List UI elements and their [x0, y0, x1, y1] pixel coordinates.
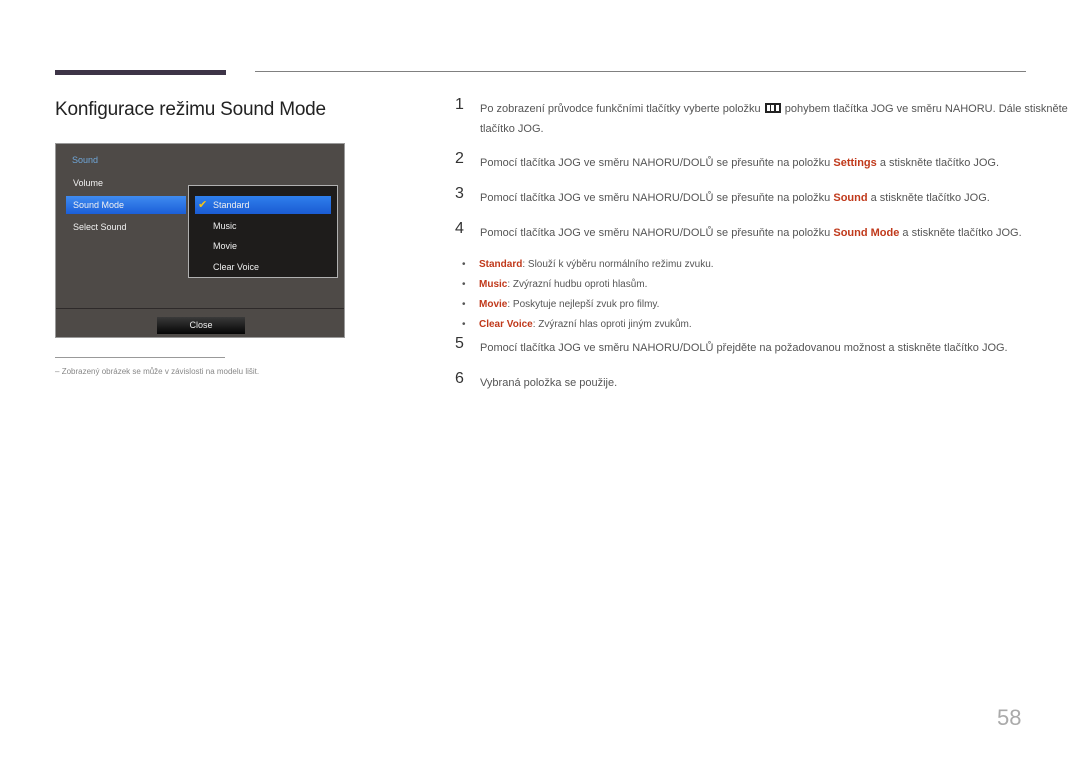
close-button[interactable]: Close [157, 317, 245, 334]
note-rule [55, 357, 225, 358]
bullet-term: Standard [479, 259, 523, 270]
osd-divider [56, 308, 344, 309]
step-number: 4 [455, 220, 464, 237]
header-rule [255, 71, 1026, 72]
submenu-item-clear-voice[interactable]: Clear Voice [195, 258, 331, 276]
step-text-part: a stiskněte tlačítko JOG. [899, 227, 1022, 239]
submenu-item-music[interactable]: Music [195, 217, 331, 235]
step-number: 2 [455, 150, 464, 167]
page-number: 58 [997, 705, 1022, 730]
bullet-term: Music [479, 279, 508, 290]
header-accent-bar [55, 70, 226, 75]
submenu-item-label: Standard [213, 200, 250, 210]
step-text: Pomocí tlačítka JOG ve směru NAHORU/DOLŮ… [480, 223, 1022, 243]
step-text: Pomocí tlačítka JOG ve směru NAHORU/DOLŮ… [480, 188, 990, 208]
highlight-term: Sound [833, 192, 868, 204]
submenu-item-movie[interactable]: Movie [195, 237, 331, 255]
step-text-part: tlačítko JOG. [480, 123, 544, 135]
note-dash: – [55, 367, 60, 376]
bullet-term: Clear Voice [479, 319, 533, 330]
step-text-part: a stiskněte tlačítko JOG. [876, 157, 1000, 169]
check-icon: ✔ [198, 199, 208, 211]
step-number: 3 [455, 185, 464, 202]
step-text-part: Pomocí tlačítka JOG ve směru NAHORU/DOLŮ… [480, 157, 834, 169]
bullet-term: Movie [479, 299, 508, 310]
highlight-term: Settings [833, 157, 877, 169]
step-text-part: Pomocí tlačítka JOG ve směru NAHORU/DOLŮ… [480, 227, 834, 239]
step-text: Pomocí tlačítka JOG ve směru NAHORU/DOLŮ… [480, 342, 1008, 354]
step-text-part: a stiskněte tlačítko JOG. [867, 192, 990, 204]
step-text-part: pohybem tlačítka JOG ve směru NAHORU. Dá… [781, 103, 1068, 115]
submenu-item-standard[interactable]: ✔ Standard [195, 196, 331, 214]
bullet-desc: : Poskytuje nejlepší zvuk pro filmy. [507, 299, 660, 310]
step-text: Po zobrazení průvodce funkčními tlačítky… [480, 99, 1068, 139]
note-text: Zobrazený obrázek se může v závislosti n… [61, 367, 260, 376]
bullet-desc: : Slouží k výběru normálního režimu zvuk… [522, 259, 714, 270]
step-text-part: Po zobrazení průvodce funkčními tlačítky… [480, 103, 764, 115]
bullet-icon: • [462, 319, 466, 330]
step-text-part: Pomocí tlačítka JOG ve směru NAHORU/DOLŮ… [480, 192, 834, 204]
bullet-icon: • [462, 259, 466, 270]
osd-menu-header: Sound [72, 155, 99, 165]
bullet-icon: • [462, 299, 466, 310]
menu-icon [764, 103, 781, 113]
osd-sound-menu: Sound Volume Sound Mode Select Sound ✔ S… [55, 143, 345, 338]
osd-item-sound-mode[interactable]: Sound Mode [66, 196, 186, 214]
step-text: Pomocí tlačítka JOG ve směru NAHORU/DOLŮ… [480, 153, 999, 173]
page-title: Konfigurace režimu Sound Mode [55, 99, 326, 120]
bullet-icon: • [462, 279, 466, 290]
step-text: Vybraná položka se použije. [480, 377, 618, 389]
step-number: 6 [455, 370, 464, 387]
step-number: 5 [455, 335, 464, 352]
sound-mode-submenu: ✔ Standard Music Movie Clear Voice [188, 185, 338, 278]
bullet-desc: : Zvýrazní hudbu oproti hlasům. [507, 279, 648, 290]
osd-item-select-sound[interactable]: Select Sound [66, 218, 186, 236]
step-number: 1 [455, 96, 464, 113]
highlight-term: Sound Mode [833, 227, 900, 239]
osd-item-volume[interactable]: Volume [66, 174, 186, 192]
bullet-desc: : Zvýrazní hlas oproti jiným zvukům. [532, 319, 692, 330]
footnote: – Zobrazený obrázek se může v závislosti… [55, 367, 259, 376]
